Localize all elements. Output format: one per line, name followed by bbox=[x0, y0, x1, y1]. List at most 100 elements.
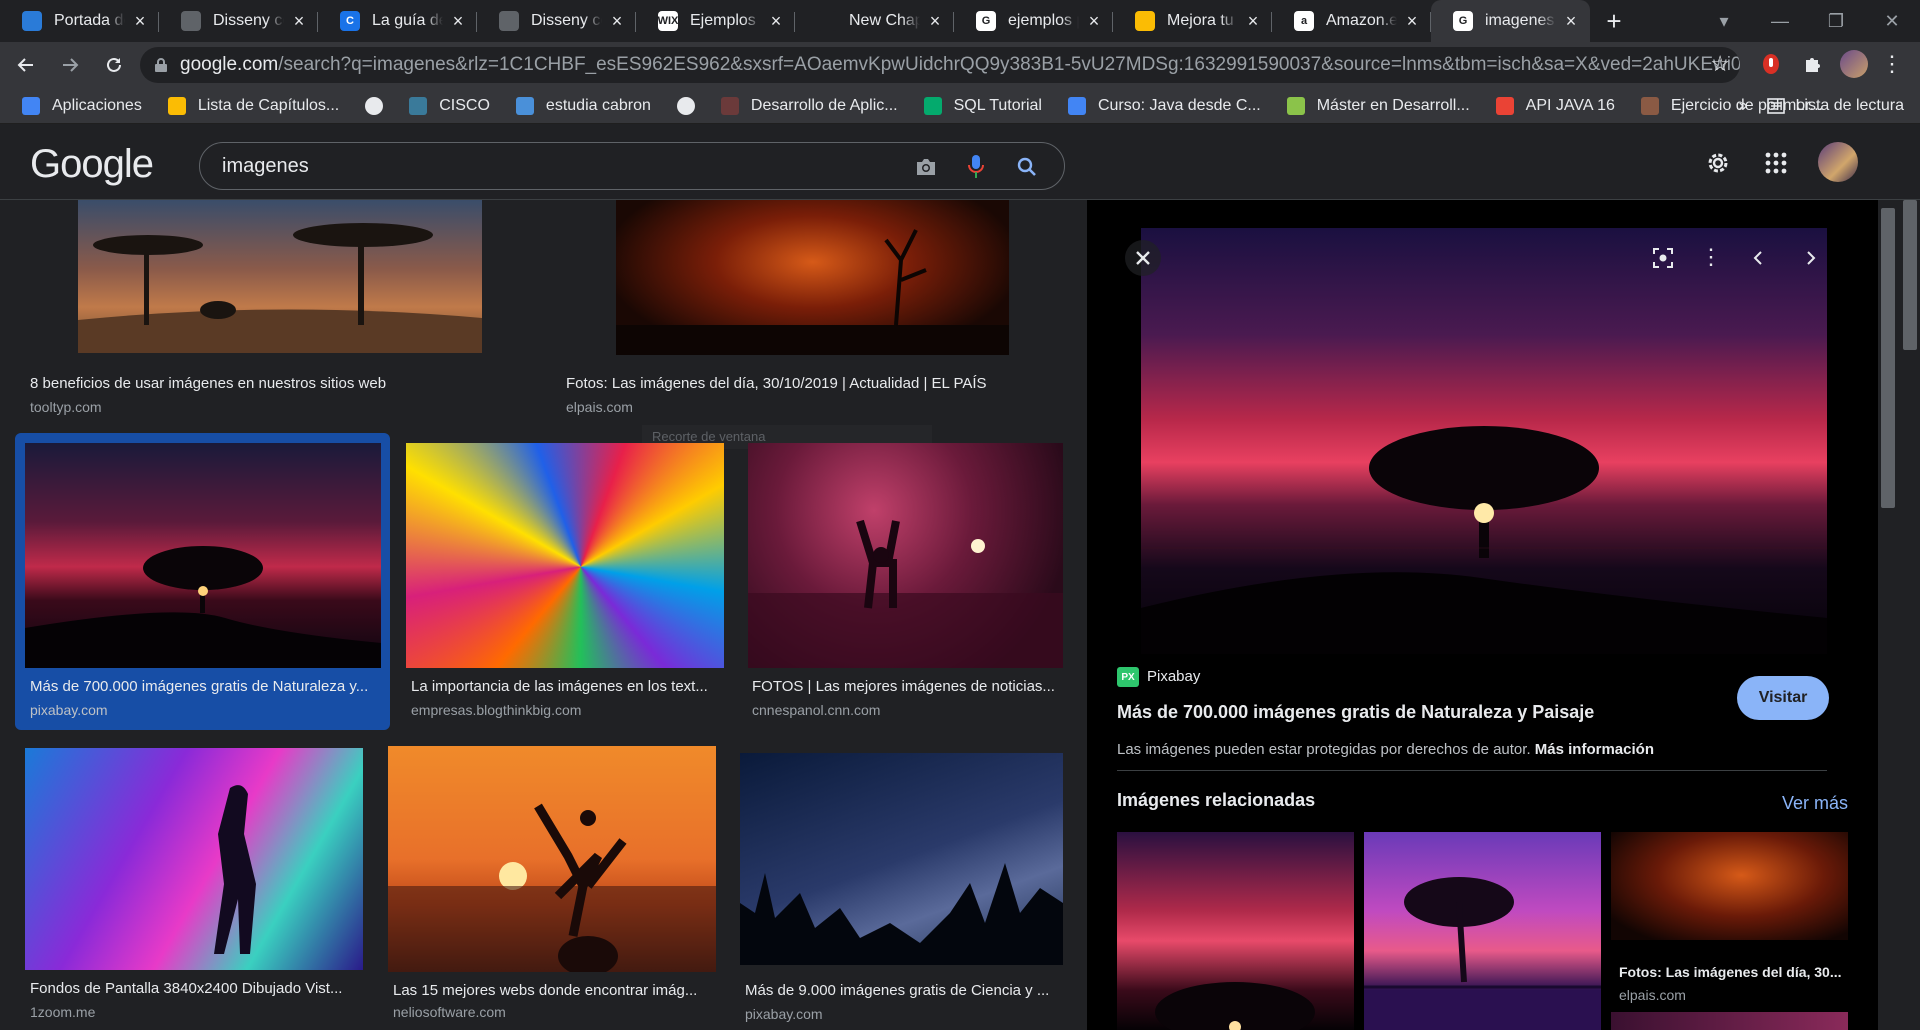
tab-close-icon[interactable]: × bbox=[1403, 11, 1421, 32]
result-caption[interactable]: Más de 9.000 imágenes gratis de Ciencia … bbox=[745, 982, 1065, 999]
tab-close-icon[interactable]: × bbox=[1244, 11, 1262, 32]
extension-red-icon[interactable] bbox=[1760, 50, 1782, 78]
tab-close-icon[interactable]: × bbox=[1562, 11, 1580, 32]
result-thumbnail[interactable] bbox=[78, 200, 482, 353]
result-thumbnail[interactable] bbox=[25, 748, 363, 970]
related-image[interactable] bbox=[1611, 1012, 1848, 1030]
bookmark-item[interactable]: CISCO bbox=[409, 96, 490, 115]
search-input[interactable] bbox=[222, 153, 872, 179]
result-card[interactable]: Fondos de Pantalla 3840x2400 Dibujado Vi… bbox=[25, 748, 370, 1030]
result-thumbnail[interactable] bbox=[406, 443, 724, 668]
page-scrollbar-thumb[interactable] bbox=[1903, 200, 1917, 350]
bookmark-item[interactable]: Lista de Capítulos... bbox=[167, 96, 339, 115]
bookmark-star-icon[interactable]: ☆ bbox=[1710, 51, 1730, 77]
tab[interactable]: Disseny cen × bbox=[477, 0, 636, 42]
close-preview-button[interactable] bbox=[1125, 240, 1161, 276]
camera-icon[interactable] bbox=[913, 155, 939, 179]
tab[interactable]: C La guía de l × bbox=[318, 0, 477, 42]
bookmark-item[interactable]: SQL Tutorial bbox=[923, 96, 1042, 115]
related-image[interactable] bbox=[1117, 832, 1354, 1030]
tab-close-icon[interactable]: × bbox=[767, 11, 785, 32]
extensions-puzzle-icon[interactable] bbox=[1800, 50, 1826, 78]
result-source[interactable]: pixabay.com bbox=[745, 1006, 823, 1022]
related-source[interactable]: elpais.com bbox=[1619, 987, 1686, 1003]
restore-button[interactable]: ❐ bbox=[1808, 11, 1864, 32]
panel-scrollbar-thumb[interactable] bbox=[1881, 208, 1895, 508]
panel-scrollbar[interactable] bbox=[1878, 200, 1898, 1030]
microphone-icon[interactable] bbox=[966, 153, 986, 181]
apps-grid-icon[interactable] bbox=[1763, 150, 1789, 176]
result-card[interactable]: 8 beneficios de usar imágenes en nuestro… bbox=[30, 200, 518, 415]
bookmark-item[interactable]: Máster en Desarroll... bbox=[1286, 96, 1470, 115]
result-card[interactable]: Las 15 mejores webs donde encontrar imág… bbox=[388, 746, 718, 1030]
forward-button[interactable] bbox=[54, 49, 86, 81]
more-info-link[interactable]: Más información bbox=[1535, 741, 1654, 758]
preview-title[interactable]: Más de 700.000 imágenes gratis de Natura… bbox=[1117, 702, 1594, 723]
related-caption[interactable]: Fotos: Las imágenes del día, 30... bbox=[1619, 964, 1844, 980]
bookmark-item[interactable]: API JAVA 16 bbox=[1495, 96, 1615, 115]
settings-gear-icon[interactable] bbox=[1703, 148, 1733, 178]
result-caption[interactable]: Las 15 mejores webs donde encontrar imág… bbox=[393, 982, 713, 999]
result-source[interactable]: cnnespanol.cnn.com bbox=[752, 702, 880, 718]
preview-source[interactable]: Pixabay bbox=[1147, 668, 1200, 685]
result-card-selected[interactable]: Más de 700.000 imágenes gratis de Natura… bbox=[15, 433, 390, 730]
result-caption[interactable]: 8 beneficios de usar imágenes en nuestro… bbox=[30, 375, 490, 392]
result-card[interactable]: La importancia de las imágenes en los te… bbox=[406, 443, 726, 730]
tab-close-icon[interactable]: × bbox=[926, 11, 944, 32]
result-thumbnail[interactable] bbox=[388, 746, 716, 972]
reload-button[interactable] bbox=[98, 49, 130, 81]
tab[interactable]: Mejora tu d × bbox=[1113, 0, 1272, 42]
tab-close-icon[interactable]: × bbox=[290, 11, 308, 32]
result-source[interactable]: 1zoom.me bbox=[30, 1004, 95, 1020]
result-card[interactable]: Fotos: Las imágenes del día, 30/10/2019 … bbox=[566, 200, 1066, 415]
result-source[interactable]: pixabay.com bbox=[30, 702, 108, 718]
google-logo[interactable]: Google bbox=[30, 142, 154, 187]
search-icon[interactable] bbox=[1015, 155, 1039, 179]
minimize-button[interactable]: — bbox=[1752, 11, 1808, 32]
result-card[interactable]: FOTOS | Las mejores imágenes de noticias… bbox=[748, 443, 1068, 730]
bookmark-item[interactable]: Desarrollo de Aplic... bbox=[720, 96, 898, 115]
result-caption[interactable]: Más de 700.000 imágenes gratis de Natura… bbox=[30, 678, 380, 695]
back-button[interactable] bbox=[10, 49, 42, 81]
result-thumbnail[interactable] bbox=[748, 443, 1063, 668]
more-options-icon[interactable]: ⋮ bbox=[1697, 244, 1725, 272]
tab[interactable]: Portada de × bbox=[0, 0, 159, 42]
address-bar[interactable]: google.com/search?q=imagenes&rlz=1C1CHBF… bbox=[140, 47, 1740, 83]
result-caption[interactable]: FOTOS | Las mejores imágenes de noticias… bbox=[752, 678, 1062, 695]
menu-kebab-icon[interactable]: ⋮ bbox=[1880, 50, 1904, 78]
result-caption[interactable]: Fondos de Pantalla 3840x2400 Dibujado Vi… bbox=[30, 980, 360, 997]
result-thumbnail[interactable] bbox=[25, 443, 381, 668]
result-thumbnail[interactable] bbox=[616, 200, 1009, 355]
next-image-button[interactable] bbox=[1797, 244, 1825, 272]
tab-close-icon[interactable]: × bbox=[131, 11, 149, 32]
lens-search-icon[interactable] bbox=[1649, 244, 1677, 272]
tab-close-icon[interactable]: × bbox=[449, 11, 467, 32]
new-tab-button[interactable]: + bbox=[1590, 0, 1638, 42]
tab[interactable]: WIX Ejemplos de × bbox=[636, 0, 795, 42]
related-image[interactable] bbox=[1364, 832, 1601, 1030]
result-source[interactable]: tooltyp.com bbox=[30, 399, 102, 415]
page-scrollbar[interactable] bbox=[1900, 200, 1920, 1030]
tab-close-icon[interactable]: × bbox=[608, 11, 626, 32]
see-more-link[interactable]: Ver más bbox=[1782, 793, 1848, 814]
related-image[interactable] bbox=[1611, 832, 1848, 940]
result-card[interactable]: Más de 9.000 imágenes gratis de Ciencia … bbox=[740, 753, 1070, 1030]
result-caption[interactable]: La importancia de las imágenes en los te… bbox=[411, 678, 721, 695]
tab[interactable]: Gimagenes - × bbox=[1431, 0, 1590, 42]
tab[interactable]: New Chapte × bbox=[795, 0, 954, 42]
close-window-button[interactable]: ✕ bbox=[1864, 11, 1920, 32]
result-thumbnail[interactable] bbox=[740, 753, 1063, 965]
result-source[interactable]: empresas.blogthinkbig.com bbox=[411, 702, 581, 718]
result-caption[interactable]: Fotos: Las imágenes del día, 30/10/2019 … bbox=[566, 375, 1046, 392]
previous-image-button[interactable] bbox=[1744, 244, 1772, 272]
result-source[interactable]: elpais.com bbox=[566, 399, 633, 415]
tab-close-icon[interactable]: × bbox=[1085, 11, 1103, 32]
reading-list-button[interactable]: Lista de lectura bbox=[1767, 97, 1904, 115]
tab[interactable]: Disseny cen × bbox=[159, 0, 318, 42]
tab[interactable]: Gejemplos pr × bbox=[954, 0, 1113, 42]
visit-button[interactable]: Visitar bbox=[1737, 676, 1829, 720]
account-avatar[interactable] bbox=[1818, 142, 1858, 182]
preview-image[interactable] bbox=[1141, 228, 1827, 654]
result-source[interactable]: neliosoftware.com bbox=[393, 1004, 506, 1020]
bookmark-item[interactable] bbox=[676, 96, 695, 115]
